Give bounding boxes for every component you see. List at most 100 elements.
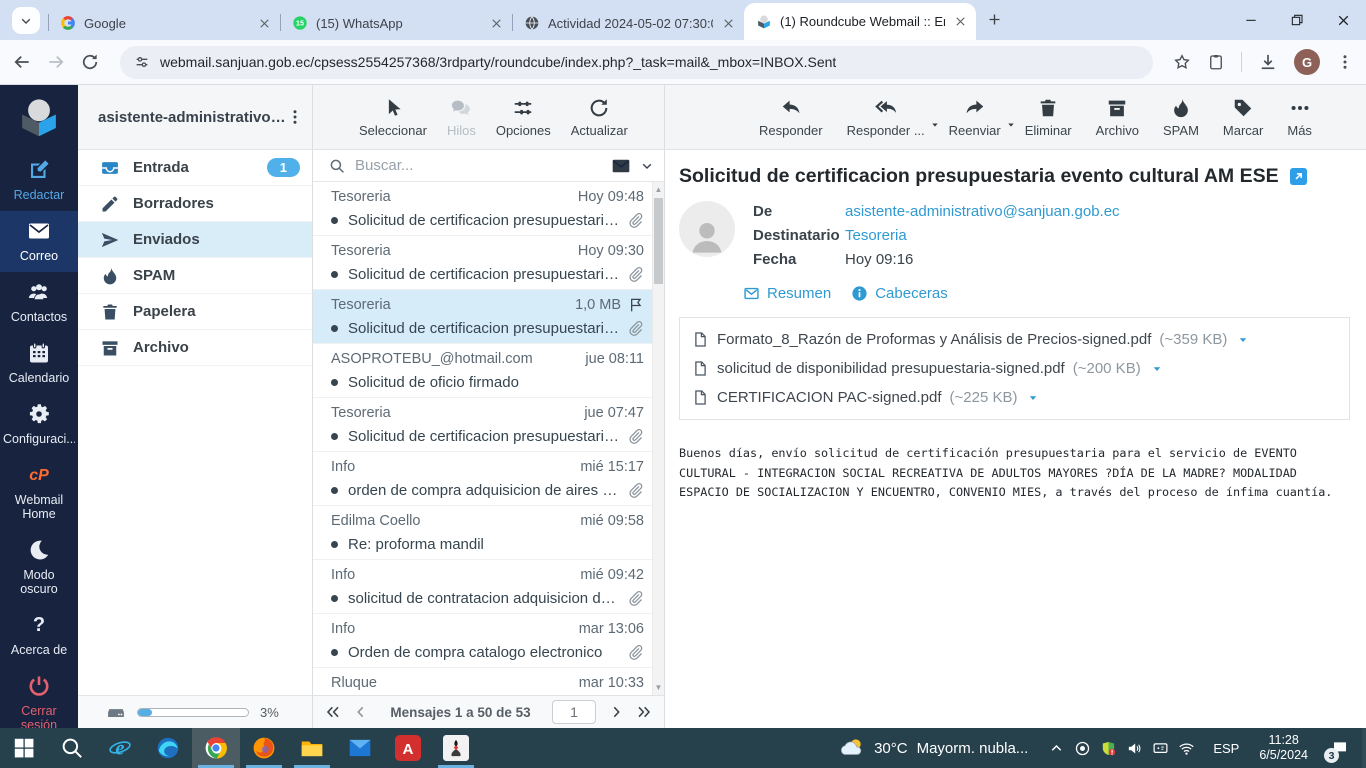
next-page-icon[interactable] bbox=[608, 704, 624, 720]
sidebar-item[interactable]: Correo bbox=[0, 211, 78, 272]
message-row[interactable]: ASOPROTEBU_@hotmail.com jue 08:11 Solici… bbox=[313, 344, 652, 398]
flag-icon[interactable] bbox=[628, 297, 644, 313]
tab-search-button[interactable] bbox=[12, 7, 40, 34]
field-value[interactable]: asistente-administrativo@sanjuan.gob.ec bbox=[845, 203, 1120, 220]
close-tab-icon[interactable] bbox=[953, 14, 968, 29]
message-row[interactable]: Info mar 13:06 Orden de compra catalogo … bbox=[313, 614, 652, 668]
close-tab-icon[interactable] bbox=[489, 16, 504, 31]
toolbar-button[interactable]: Eliminar bbox=[1019, 95, 1078, 140]
sidebar-item[interactable]: Contactos bbox=[0, 272, 78, 333]
taskbar-app[interactable]: A bbox=[384, 728, 432, 768]
address-bar[interactable]: webmail.sanjuan.gob.ec/cpsess2554257368/… bbox=[120, 45, 1153, 79]
extensions-icon[interactable] bbox=[1207, 53, 1225, 71]
attachment-name[interactable]: CERTIFICACION PAC-signed.pdf bbox=[717, 389, 942, 406]
caret-down-icon[interactable] bbox=[930, 120, 940, 130]
taskbar-app[interactable] bbox=[0, 728, 48, 768]
record-icon[interactable] bbox=[1074, 740, 1091, 757]
attachment-name[interactable]: solicitud de disponibilidad presupuestar… bbox=[717, 360, 1065, 377]
header-link[interactable]: Resumen bbox=[743, 285, 831, 302]
first-page-icon[interactable] bbox=[325, 704, 341, 720]
message-row[interactable]: Tesoreria 1,0 MB Solicitud de certificac… bbox=[313, 290, 652, 344]
attachment-menu-icon[interactable] bbox=[1027, 392, 1039, 404]
toolbar-button[interactable]: Seleccionar bbox=[353, 95, 433, 140]
new-tab-button[interactable] bbox=[986, 11, 1003, 31]
taskbar-app[interactable] bbox=[288, 728, 336, 768]
toolbar-button[interactable]: Reenviar bbox=[943, 95, 1014, 140]
folder-item[interactable]: Enviados bbox=[78, 222, 312, 258]
attachment-menu-icon[interactable] bbox=[1151, 363, 1163, 375]
attachment-row[interactable]: Formato_8_Razón de Proformas y Análisis … bbox=[692, 325, 1337, 354]
sidebar-item[interactable]: cP Webmail Home bbox=[0, 455, 78, 530]
open-in-new-window-icon[interactable] bbox=[1289, 168, 1307, 185]
list-scrollbar[interactable]: ▲ ▼ bbox=[652, 182, 664, 695]
sidebar-item[interactable]: Redactar bbox=[0, 150, 78, 211]
folder-item[interactable]: SPAM bbox=[78, 258, 312, 294]
taskbar-app[interactable] bbox=[144, 728, 192, 768]
sidebar-item[interactable]: Calendario bbox=[0, 333, 78, 394]
field-value[interactable]: Hoy 09:16 bbox=[845, 251, 913, 268]
browser-menu-icon[interactable] bbox=[1336, 53, 1354, 71]
defender-icon[interactable] bbox=[1100, 740, 1117, 757]
taskbar-app[interactable] bbox=[192, 728, 240, 768]
message-row[interactable]: Tesoreria Hoy 09:30 Solicitud de certifi… bbox=[313, 236, 652, 290]
previous-page-icon[interactable] bbox=[353, 704, 369, 720]
weather-widget[interactable]: 30°C Mayorm. nubla... bbox=[827, 735, 1040, 761]
browser-tab[interactable]: 15 (15) WhatsApp bbox=[280, 6, 512, 40]
site-settings-icon[interactable] bbox=[134, 54, 150, 70]
last-page-icon[interactable] bbox=[636, 704, 652, 720]
speaker-icon[interactable] bbox=[1126, 740, 1143, 757]
message-row[interactable]: Info mié 09:42 solicitud de contratacion… bbox=[313, 560, 652, 614]
message-row[interactable]: Tesoreria jue 07:47 Solicitud de certifi… bbox=[313, 398, 652, 452]
chevup-icon[interactable] bbox=[1048, 740, 1065, 757]
toolbar-button[interactable]: Hilos bbox=[441, 95, 482, 140]
reload-icon[interactable] bbox=[80, 52, 100, 72]
sidebar-item[interactable]: ? Acerca de bbox=[0, 605, 78, 666]
message-row[interactable]: Info mié 15:17 orden de compra adquisici… bbox=[313, 452, 652, 506]
field-value[interactable]: Tesoreria bbox=[845, 227, 907, 244]
attachment-name[interactable]: Formato_8_Razón de Proformas y Análisis … bbox=[717, 331, 1151, 348]
toolbar-button[interactable]: Archivo bbox=[1090, 95, 1145, 140]
message-row[interactable]: Tesoreria Hoy 09:48 Solicitud de certifi… bbox=[313, 182, 652, 236]
sidebar-item[interactable]: Modo oscuro bbox=[0, 530, 78, 605]
taskbar-clock[interactable]: 11:28 6/5/2024 bbox=[1249, 733, 1318, 763]
attachment-menu-icon[interactable] bbox=[1237, 334, 1249, 346]
search-input[interactable] bbox=[355, 157, 602, 174]
browser-tab[interactable]: Actividad 2024-05-02 07:30:00 bbox=[512, 6, 744, 40]
downloads-icon[interactable] bbox=[1258, 52, 1278, 72]
toolbar-button[interactable]: SPAM bbox=[1157, 95, 1205, 140]
folder-item[interactable]: Papelera bbox=[78, 294, 312, 330]
toolbar-button[interactable]: Marcar bbox=[1217, 95, 1269, 140]
taskbar-app[interactable] bbox=[336, 728, 384, 768]
taskbar-app[interactable] bbox=[432, 728, 480, 768]
taskbar-app[interactable]: e bbox=[96, 728, 144, 768]
toolbar-button[interactable]: Más bbox=[1281, 95, 1318, 140]
wifi-icon[interactable] bbox=[1178, 740, 1195, 757]
attachment-row[interactable]: CERTIFICACION PAC-signed.pdf (~225 KB) bbox=[692, 383, 1337, 412]
taskbar-app[interactable] bbox=[240, 728, 288, 768]
language-indicator[interactable]: ESP bbox=[1203, 741, 1249, 756]
restore-icon[interactable] bbox=[1289, 12, 1305, 28]
folder-item[interactable]: Archivo bbox=[78, 330, 312, 366]
forward-icon[interactable] bbox=[46, 52, 66, 72]
page-number-input[interactable] bbox=[552, 700, 596, 724]
profile-avatar[interactable]: G bbox=[1294, 49, 1320, 75]
header-link[interactable]: Cabeceras bbox=[851, 285, 948, 302]
browser-tab[interactable]: Google bbox=[48, 6, 280, 40]
toolbar-button[interactable]: Actualizar bbox=[565, 95, 634, 140]
search-options-icon[interactable] bbox=[640, 159, 654, 173]
taskbar-app[interactable] bbox=[48, 728, 96, 768]
scroll-down-icon[interactable]: ▼ bbox=[653, 683, 664, 692]
toolbar-button[interactable]: Opciones bbox=[490, 95, 557, 140]
folder-options-icon[interactable] bbox=[286, 108, 304, 126]
close-tab-icon[interactable] bbox=[721, 16, 736, 31]
search-scope-icon[interactable] bbox=[611, 156, 631, 176]
toolbar-button[interactable]: Responder bbox=[753, 95, 829, 140]
folder-item[interactable]: Entrada 1 bbox=[78, 150, 312, 186]
close-tab-icon[interactable] bbox=[257, 16, 272, 31]
action-center-button[interactable]: 3 bbox=[1318, 728, 1362, 768]
scroll-up-icon[interactable]: ▲ bbox=[653, 185, 664, 194]
caret-down-icon[interactable] bbox=[1006, 120, 1016, 130]
browser-tab[interactable]: (1) Roundcube Webmail :: Envia bbox=[744, 3, 976, 40]
attachment-row[interactable]: solicitud de disponibilidad presupuestar… bbox=[692, 354, 1337, 383]
message-row[interactable]: Edilma Coello mié 09:58 Re: proforma man… bbox=[313, 506, 652, 560]
